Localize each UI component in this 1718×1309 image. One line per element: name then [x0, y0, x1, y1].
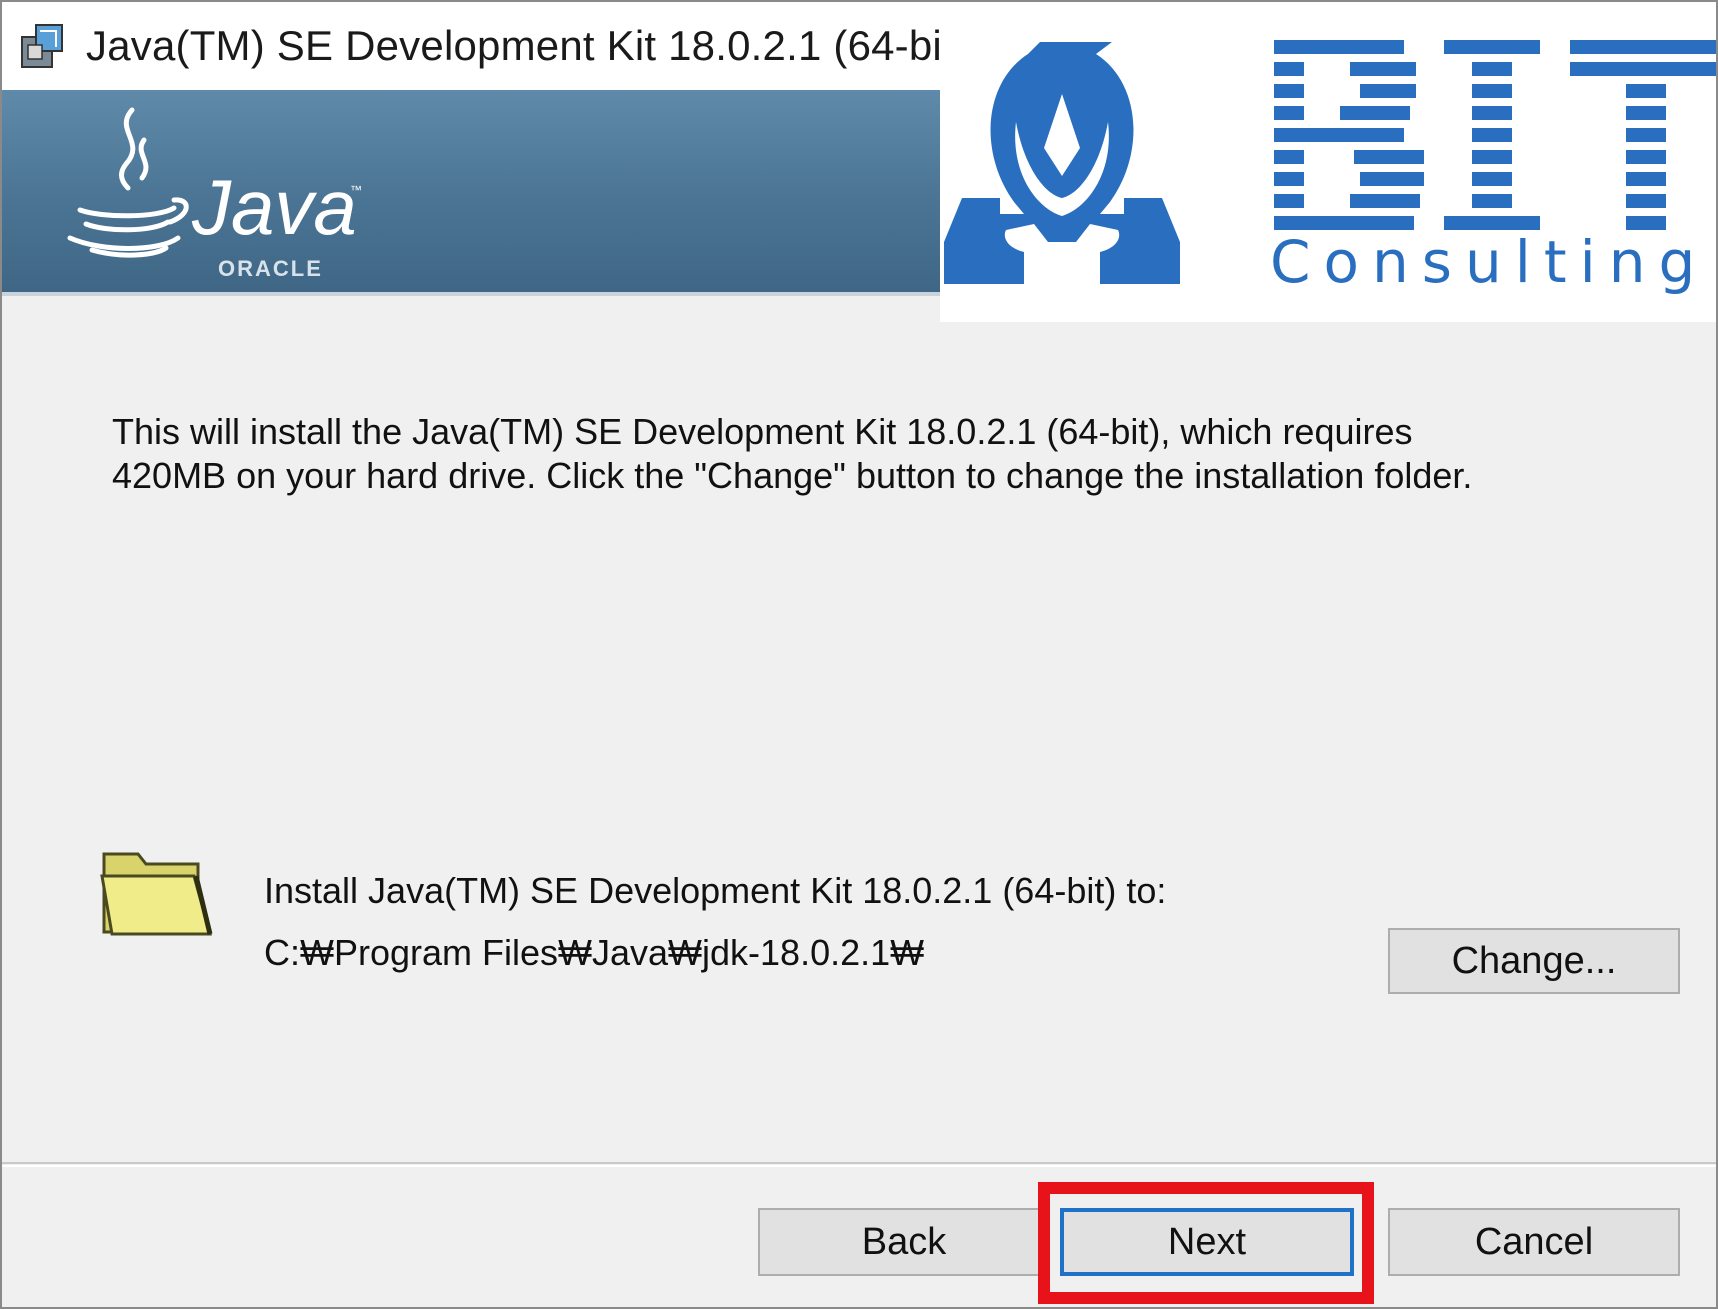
folder-icon — [100, 852, 213, 936]
footer-separator — [2, 1162, 1716, 1164]
back-button[interactable]: Back — [758, 1208, 1050, 1276]
next-button-highlight-box — [1038, 1182, 1374, 1304]
window-title: Java(TM) SE Development Kit 18.0.2.1 (64… — [86, 22, 969, 69]
change-button[interactable]: Change... — [1388, 928, 1680, 994]
installer-window: Java(TM) SE Development Kit 18.0.2.1 (64… — [0, 0, 1718, 1309]
java-cup-icon — [67, 107, 189, 258]
install-path: C:₩Program Files₩Java₩jdk-18.0.2.1₩ — [264, 932, 925, 973]
java-logo: Java ™ ORACLE — [67, 107, 362, 281]
trademark-mark: ™ — [350, 183, 362, 197]
cancel-button[interactable]: Cancel — [1388, 1208, 1680, 1276]
footer-separator-highlight — [2, 1165, 1716, 1167]
consulting-tagline: Consulting — [1270, 228, 1709, 296]
bit-consulting-logo: Consulting — [940, 2, 1716, 322]
java-wordmark: Java — [191, 163, 357, 251]
install-target-label: Install Java(TM) SE Development Kit 18.0… — [264, 870, 1167, 911]
install-description: This will install the Java(TM) SE Develo… — [112, 411, 1473, 496]
oracle-wordmark: ORACLE — [218, 256, 323, 281]
installer-app-icon — [21, 24, 63, 68]
bit-striped-letters — [1274, 40, 1716, 230]
